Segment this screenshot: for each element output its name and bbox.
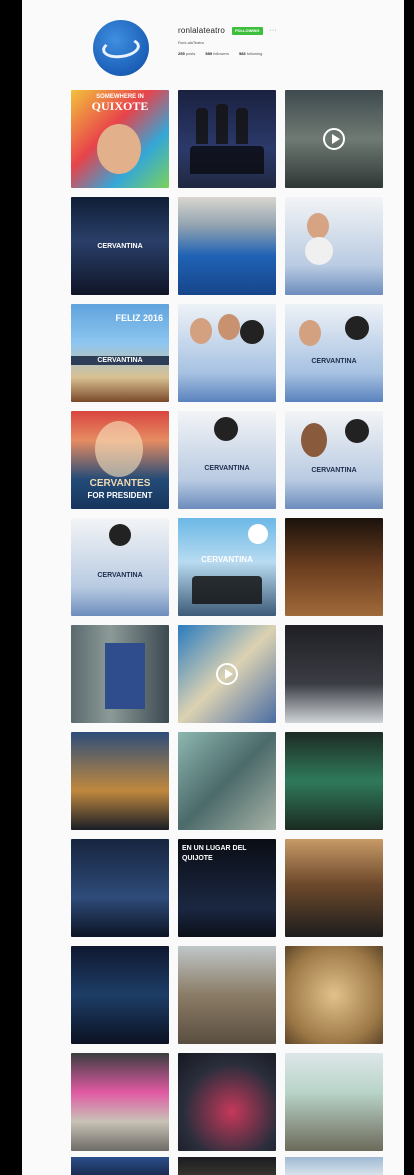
post-thumbnail[interactable]: CERVANTINA — [178, 411, 276, 509]
play-icon[interactable] — [323, 128, 345, 150]
post-thumbnail[interactable] — [71, 625, 169, 723]
black-border-left — [0, 0, 22, 1175]
black-border-right — [404, 0, 414, 1175]
post-thumbnail[interactable] — [285, 518, 383, 616]
post-thumbnail[interactable] — [285, 625, 383, 723]
logo-mark-icon — [100, 35, 142, 61]
post-thumbnail[interactable] — [178, 1053, 276, 1151]
avatar[interactable] — [93, 20, 149, 76]
post-thumbnail[interactable] — [71, 839, 169, 937]
post-thumbnail[interactable]: CERVANTINA — [285, 304, 383, 402]
play-icon[interactable] — [216, 663, 238, 685]
post-thumbnail[interactable]: EN UN LUGAR DEL QUIJOTE — [178, 839, 276, 937]
post-thumbnail[interactable] — [178, 90, 276, 188]
post-thumbnail[interactable]: CERVANTINA — [285, 411, 383, 509]
post-thumbnail[interactable]: CERVANTINA — [71, 197, 169, 295]
post-thumbnail[interactable]: FELIZ 2016 CERVANTINA — [71, 304, 169, 402]
instagram-profile-page: ronlalateatro FOLLOWING ··· RonLalaTeatr… — [0, 0, 414, 1175]
profile-header-row: ronlalateatro FOLLOWING ··· — [178, 26, 388, 35]
post-thumbnail[interactable] — [285, 197, 383, 295]
next-row-partial — [71, 1157, 383, 1175]
post-thumbnail[interactable] — [71, 1053, 169, 1151]
posts-count[interactable]: 255 posts — [178, 51, 195, 56]
post-thumbnail[interactable] — [285, 732, 383, 830]
post-thumbnail[interactable] — [178, 732, 276, 830]
post-thumbnail[interactable] — [285, 839, 383, 937]
followers-count[interactable]: 589 followers — [205, 51, 229, 56]
post-thumbnail[interactable] — [285, 90, 383, 188]
following-button[interactable]: FOLLOWING — [232, 26, 263, 35]
full-name: RonLalaTeatro — [178, 40, 205, 45]
username: ronlalateatro — [178, 26, 226, 35]
post-thumbnail[interactable] — [71, 732, 169, 830]
profile-info: ronlalateatro FOLLOWING ··· RonLalaTeatr… — [178, 26, 388, 56]
post-thumbnail[interactable] — [178, 304, 276, 402]
post-thumbnail[interactable]: CERVANTES FOR PRESIDENT — [71, 411, 169, 509]
post-thumbnail[interactable] — [178, 946, 276, 1044]
post-thumbnail[interactable]: CERVANTINA — [71, 518, 169, 616]
following-count[interactable]: 583 following — [239, 51, 262, 56]
post-thumbnail[interactable] — [285, 946, 383, 1044]
post-thumbnail[interactable] — [285, 1053, 383, 1151]
post-thumbnail[interactable] — [178, 197, 276, 295]
post-thumbnail[interactable]: CERVANTINA — [178, 518, 276, 616]
post-grid: SOMEWHERE IN QUIXOTE CERVANTINA FELIZ 20… — [71, 90, 383, 1151]
more-options-icon[interactable]: ··· — [270, 27, 277, 34]
post-thumbnail[interactable]: SOMEWHERE IN QUIXOTE — [71, 90, 169, 188]
post-thumbnail[interactable] — [71, 946, 169, 1044]
post-thumbnail[interactable] — [178, 625, 276, 723]
profile-stats: 255 posts 589 followers 583 following — [178, 51, 388, 56]
